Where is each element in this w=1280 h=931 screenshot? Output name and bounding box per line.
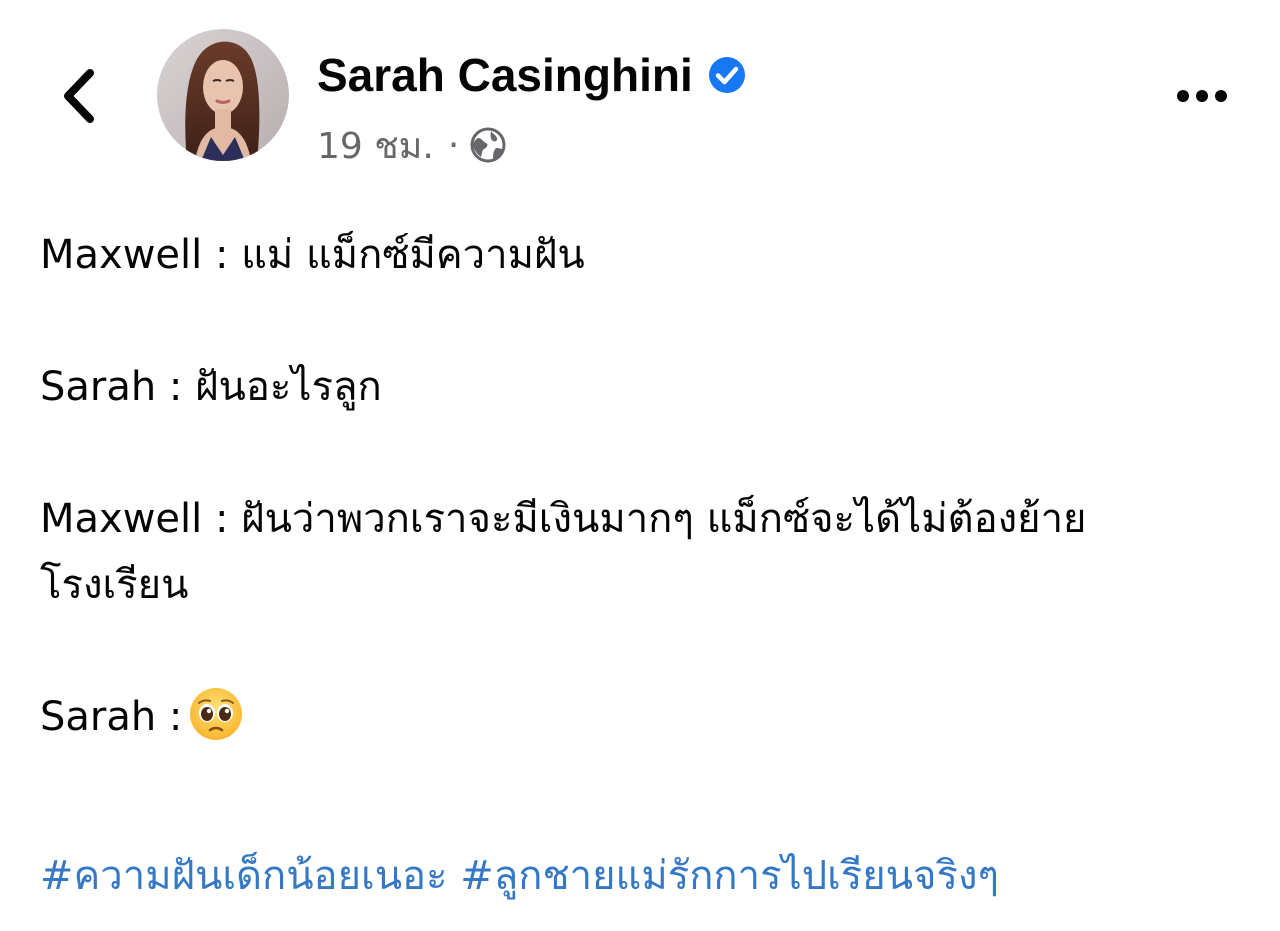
more-horizontal-icon	[1215, 90, 1227, 102]
profile-photo	[157, 29, 289, 161]
post-line: Maxwell : ฝันว่าพวกเราจะมีเงินมากๆ แม็กซ…	[40, 496, 1087, 542]
post-paragraph: Sarah :	[40, 684, 1250, 750]
post-view: Sarah Casinghini 19 ชม. · Maxwell: แม่ …	[0, 0, 1280, 931]
more-horizontal-icon	[1177, 90, 1189, 102]
chevron-left-icon	[64, 69, 94, 123]
verified-badge-icon	[707, 55, 747, 95]
post-line: Sarah : ฝันอะไรลูก	[40, 364, 382, 410]
globe-icon	[469, 126, 507, 164]
hashtag-link[interactable]: #ความฝันเด็กน้อยเนอะ	[40, 853, 448, 899]
more-options-button[interactable]	[1168, 72, 1236, 120]
avatar[interactable]	[157, 29, 289, 161]
post-line: โรงเรียน	[40, 562, 189, 608]
post-meta: 19 ชม. ·	[317, 118, 507, 172]
post-line-text: Sarah :	[40, 694, 183, 740]
hashtag-link[interactable]: #ลูกชายแม่รักการไปเรียนจริงๆ	[460, 853, 999, 899]
post-timestamp[interactable]: 19 ชม.	[317, 117, 434, 174]
post-body: Maxwell : แม่ แม็กซ์มีความฝัน Sarah : ฝั…	[40, 222, 1250, 816]
more-horizontal-icon	[1196, 90, 1208, 102]
pleading-face-emoji	[188, 686, 244, 742]
post-line: Maxwell : แม่ แม็กซ์มีความฝัน	[40, 232, 585, 278]
meta-separator: ·	[447, 124, 460, 166]
back-button[interactable]	[52, 60, 104, 132]
post-paragraph: Sarah : ฝันอะไรลูก	[40, 354, 1250, 420]
author-name[interactable]: Sarah Casinghini	[317, 44, 747, 106]
post-line: Sarah :	[40, 684, 1250, 750]
author-name-text: Sarah Casinghini	[317, 49, 693, 101]
hashtags: #ความฝันเด็กน้อยเนอะ #ลูกชายแม่รักการไปเ…	[40, 843, 999, 909]
post-paragraph: Maxwell : แม่ แม็กซ์มีความฝัน	[40, 222, 1250, 288]
post-paragraph: Maxwell : ฝันว่าพวกเราจะมีเงินมากๆ แม็กซ…	[40, 486, 1250, 618]
